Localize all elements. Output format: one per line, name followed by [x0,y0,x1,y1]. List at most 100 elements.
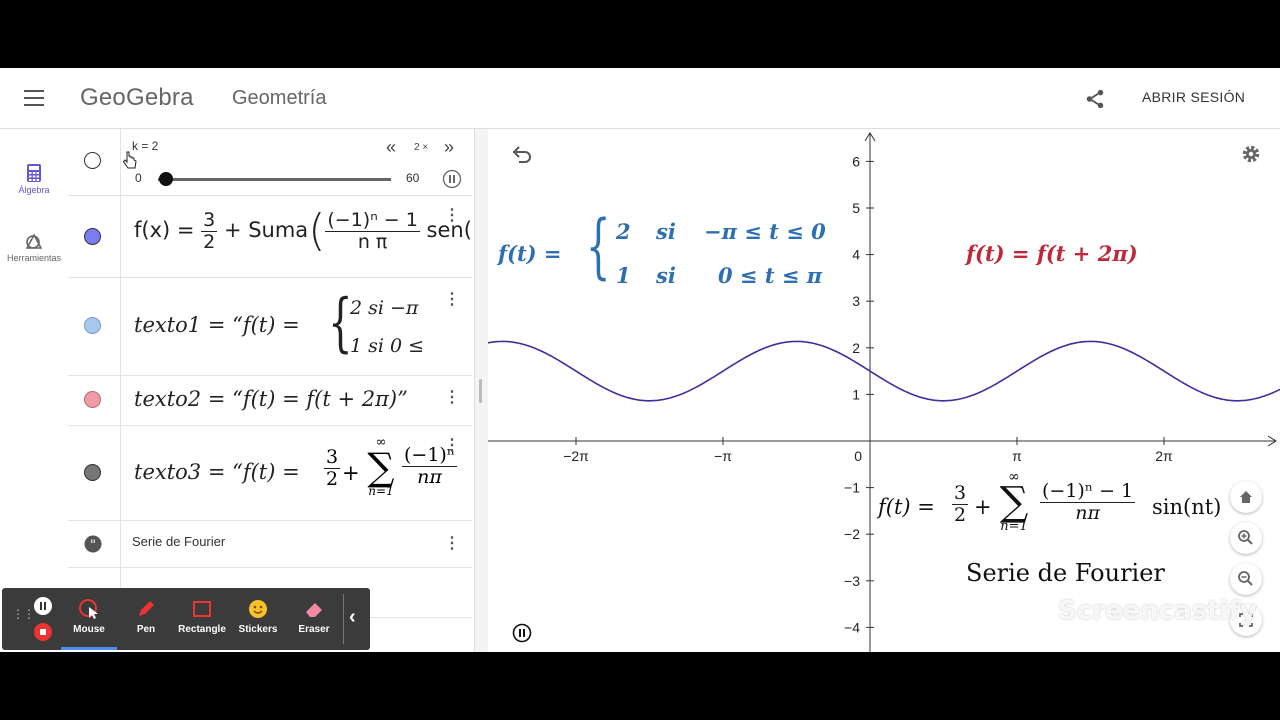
sidebar-label-tools: Herramientas [6,253,62,263]
pause-recording-icon[interactable] [33,596,53,616]
case1-value: 2 [616,219,631,244]
caption-text[interactable]: Serie de Fourier [966,559,1165,587]
fx-definition: f(x) = 32 + Suma((−1)ⁿ − 1n π sen( [134,205,472,256]
slower-icon[interactable]: « [386,137,396,158]
y-tick-label: −3 [844,573,860,589]
more-options-icon[interactable]: ⋮ [444,387,460,407]
algebra-row-fx[interactable]: f(x) = 32 + Suma((−1)ⁿ − 1n π sen( ⋮ [68,195,472,278]
tool-eraser[interactable]: Eraser [286,588,342,650]
case2-value: 1 [616,263,631,288]
pause-icon[interactable] [442,169,462,189]
brace-icon: { [328,286,353,360]
stop-recording-icon[interactable] [33,622,53,642]
periodicity-formula[interactable]: f(t) = f(t + 2π) [966,241,1138,266]
more-options-icon[interactable]: ⋮ [444,435,460,455]
x-tick-label: −π [714,448,732,464]
top-bar: GeoGebra Geometría ABRIR SESIÓN [0,68,1280,129]
texto2-content: texto2 = “f(t) = f(t + 2π)” [134,387,408,411]
fourier-series-formula[interactable]: f(t) = 32 + ∞ ∑ n=1 (−1)ⁿ − 1 nπ sin(nt) [878,469,1238,549]
fraction-3-2: 32 [952,482,969,526]
tool-label: Eraser [298,624,330,635]
fx-suma: + Suma [223,218,309,242]
home-icon [1240,491,1252,503]
graphics-view[interactable]: −2π −π 0 π 2π 6 5 4 3 2 1 −1 −2 −3 −4 f(t) = { 2 si −… [488,129,1280,652]
mouse-pointer-icon [79,599,98,619]
visibility-toggle-k[interactable] [84,152,101,169]
visibility-toggle-texto2[interactable] [84,391,101,408]
series-fraction: (−1)ⁿ − 1 nπ [1040,480,1136,524]
texto1-case2: 1 si 0 ≤ [350,335,425,357]
more-options-icon[interactable]: ⋮ [444,533,460,553]
x-tick-label: π [1012,448,1022,464]
algebra-row-texto1[interactable]: texto1 = “f(t) = { 2 si −π 1 si 0 ≤ ⋮ [68,277,472,376]
case2-condition: 0 ≤ t ≤ π [718,263,823,288]
more-options-icon[interactable]: ⋮ [444,205,460,225]
faster-icon[interactable]: » [444,137,454,158]
series-lhs: f(t) = [878,495,935,519]
collapse-chevron-icon[interactable]: ‹ [349,606,356,629]
tool-pen[interactable]: Pen [118,588,174,650]
slider-track[interactable] [158,178,391,181]
geogebra-app: GeoGebra Geometría ABRIR SESIÓN Álgebra … [0,68,1280,652]
home-button[interactable] [1230,481,1262,513]
tool-label: Rectangle [178,624,226,635]
y-tick-label: −2 [844,526,860,542]
tool-label: Stickers [238,624,278,635]
y-tick-label: 4 [852,247,860,263]
sidebar-label-algebra: Álgebra [18,185,50,195]
visibility-toggle-texto1[interactable] [84,317,101,334]
view-divider[interactable] [474,129,489,652]
more-options-icon[interactable]: ⋮ [444,289,460,309]
texto1-name: texto1 [134,313,202,337]
fourier-curve[interactable] [488,340,1280,402]
settings-gear-icon[interactable] [1240,143,1262,165]
algebra-row-texto3[interactable]: texto3 = “f(t) = 32 + ∞ ∑ n=1 (−1)ⁿ nπ ⋮ [68,425,472,521]
watermark-big: Screencastify [1058,596,1257,626]
algebra-row-texto2[interactable]: texto2 = “f(t) = f(t + 2π)” ⋮ [68,375,472,426]
undo-icon[interactable] [510,145,534,165]
login-button[interactable]: ABRIR SESIÓN [1142,89,1245,105]
zoom-in-button[interactable] [1230,522,1262,554]
y-tick-label: 6 [852,153,860,169]
divider-handle[interactable] [479,379,482,403]
fraction-3-2: 32 [201,208,218,253]
slider-knob[interactable] [158,172,173,186]
sidebar-item-algebra[interactable]: Álgebra [0,163,68,195]
tool-mouse[interactable]: Mouse [61,588,117,650]
pause-animation-icon[interactable] [512,623,532,643]
texto1-label: texto1 = “f(t) = [134,313,300,337]
calculator-icon [27,164,41,182]
drag-handle-icon[interactable]: ⋮⋮ [12,608,35,620]
fx-lhs: f(x) = [134,218,202,242]
sidebar-item-tools[interactable]: Herramientas [0,231,68,263]
visibility-toggle-texto3[interactable] [84,464,101,481]
y-tick-label: −4 [844,619,860,635]
case1-condition: −π ≤ t ≤ 0 [704,219,826,244]
tool-stickers[interactable]: Stickers [230,588,286,650]
tool-label: Pen [136,624,156,635]
x-tick-label: −2π [563,448,589,464]
left-sidebar: Álgebra Herramientas [0,129,69,652]
series-sin: sin(nt) [1152,495,1222,519]
comment-text: Serie de Fourier [132,534,226,549]
sticker-smiley-icon [249,600,267,618]
tool-rectangle[interactable]: Rectangle [174,588,230,650]
camera-icon [1006,598,1048,624]
fx-fraction: (−1)ⁿ − 1n π [325,208,420,253]
app-title: Geometría [232,87,327,109]
hamburger-icon[interactable] [24,90,44,106]
summation: ∞ ∑ n=1 [367,435,395,498]
share-icon[interactable] [1084,88,1106,110]
zoom-in-icon [1238,530,1253,545]
x-tick-label: 0 [854,448,862,464]
y-tick-label: 1 [852,386,860,402]
y-tick-label: −1 [844,480,860,496]
plus-sign: + [342,461,360,485]
y-tick-label: 2 [852,340,860,356]
algebra-row-comment[interactable]: " Serie de Fourier ⋮ [68,520,472,568]
slider-row: k = 2 « 2 × » 0 60 [68,129,472,196]
speed-label: 2 × [414,142,429,153]
summation: ∞ ∑ n=1 [999,469,1029,534]
visibility-toggle-fx[interactable] [84,228,101,245]
zoom-out-button[interactable] [1230,563,1262,595]
